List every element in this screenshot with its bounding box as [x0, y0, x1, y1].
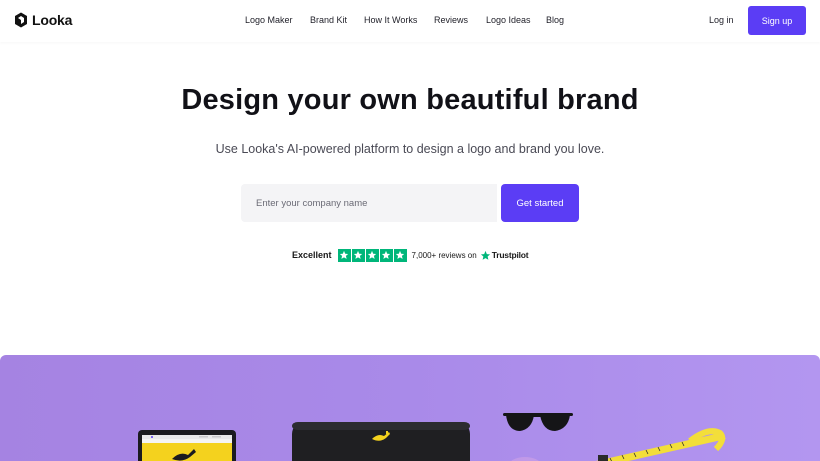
shadow-blob — [511, 457, 539, 461]
tablet-icon — [138, 430, 236, 461]
nav-item-logo-maker[interactable]: Logo Maker — [245, 15, 293, 25]
signup-button[interactable]: Sign up — [748, 6, 806, 35]
star-icon — [351, 248, 365, 262]
trustpilot-brand: Trustpilot — [491, 250, 529, 260]
nav-item-logo-ideas[interactable]: Logo Ideas — [486, 15, 531, 25]
rating-word: Excellent — [292, 250, 332, 260]
nav-item-brand-kit[interactable]: Brand Kit — [310, 15, 347, 25]
trustpilot-rating[interactable]: Excellent 7,000+ reviews on Trustpilot — [292, 248, 529, 262]
star-rating — [337, 248, 407, 262]
pencil-case-icon — [292, 422, 470, 461]
star-icon — [337, 248, 351, 262]
main-nav: Logo Maker Brand Kit How It Works Review… — [0, 0, 820, 42]
brand-showcase-image — [0, 355, 820, 461]
showcase-illustration — [138, 413, 726, 461]
star-icon — [379, 248, 393, 262]
site-header: Looka Logo Maker Brand Kit How It Works … — [0, 0, 820, 42]
login-link[interactable]: Log in — [709, 15, 734, 25]
company-name-input[interactable] — [241, 184, 497, 222]
star-icon — [365, 248, 379, 262]
trustpilot-star-icon — [480, 250, 490, 260]
hero-subtitle: Use Looka's AI-powered platform to desig… — [215, 142, 605, 156]
nav-item-blog[interactable]: Blog — [546, 15, 564, 25]
get-started-button[interactable]: Get started — [501, 184, 579, 222]
sunglasses-icon — [503, 413, 573, 431]
star-icon — [393, 248, 407, 262]
reviews-count: 7,000+ reviews on — [411, 250, 477, 260]
trustpilot-logo: Trustpilot — [480, 250, 529, 261]
nav-item-reviews[interactable]: Reviews — [434, 15, 468, 25]
nav-item-how-it-works[interactable]: How It Works — [364, 15, 417, 25]
measuring-tape-icon — [596, 428, 726, 461]
hero-title: Design your own beautiful brand — [181, 84, 639, 116]
